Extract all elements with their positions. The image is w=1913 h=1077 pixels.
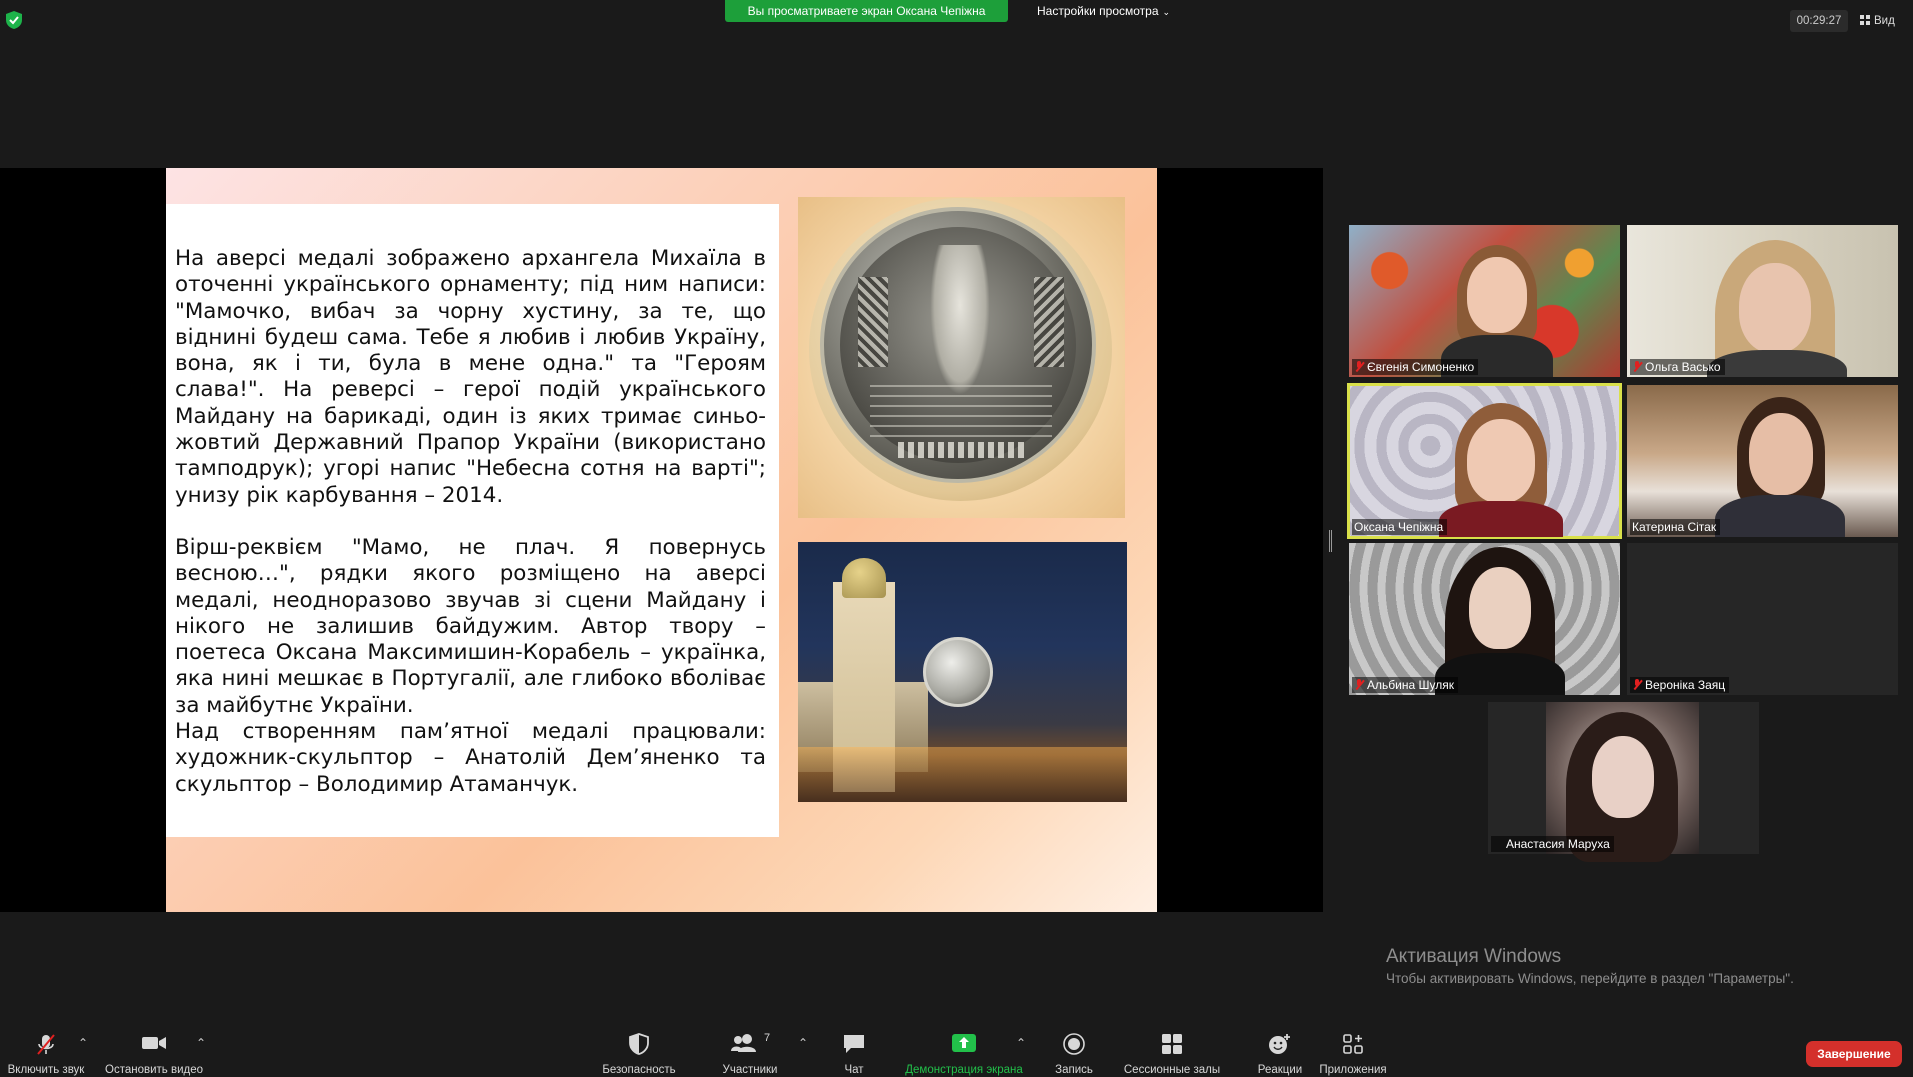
- participant-name: Оксана Чепіжна: [1352, 519, 1448, 535]
- mic-muted-icon: [37, 1034, 55, 1055]
- participants-count: 7: [764, 1032, 771, 1044]
- chat-bubble-icon: [844, 1035, 864, 1053]
- participant-name: Анастасия Маруха: [1491, 836, 1614, 852]
- reactions-button[interactable]: Реакции: [1252, 1030, 1308, 1077]
- monastery-night-photo: [798, 542, 1127, 802]
- medal-ornament-right: [1034, 277, 1064, 367]
- golden-dome: [842, 558, 886, 598]
- record-button[interactable]: Запись: [1050, 1030, 1098, 1077]
- participant-video: [1546, 702, 1699, 862]
- slide-paragraph-3: Над створенням пам’ятної медалі працювал…: [175, 719, 766, 797]
- medal-ornament-left: [858, 277, 888, 367]
- stop-video-button[interactable]: Остановить видео: [102, 1030, 206, 1077]
- medal-overlay: [923, 637, 993, 707]
- view-settings-dropdown[interactable]: Настройки просмотра ⌄: [1010, 0, 1180, 22]
- participant-name: Альбина Шуляк: [1352, 677, 1458, 693]
- mic-muted-icon: [1493, 837, 1503, 848]
- apps-button[interactable]: Приложения: [1316, 1030, 1390, 1077]
- smiley-plus-icon: [1269, 1034, 1290, 1054]
- participants-options-caret[interactable]: ⌃: [798, 1036, 808, 1050]
- activation-subtitle: Чтобы активировать Windows, перейдите в …: [1386, 971, 1794, 986]
- participants-icon: [731, 1034, 756, 1052]
- security-shield-icon: [6, 11, 22, 29]
- audio-options-caret[interactable]: ⌃: [78, 1036, 88, 1050]
- view-settings-label: Настройки просмотра: [1037, 4, 1159, 18]
- mic-muted-icon: [1632, 679, 1642, 690]
- slide-paragraph-2: Вірш-реквієм "Мамо, не плач. Я повернусь…: [175, 534, 766, 718]
- participant-tile[interactable]: Катерина Сітак: [1627, 385, 1898, 537]
- grid-view-icon: [1860, 15, 1870, 25]
- unmute-button[interactable]: Включить звук: [2, 1030, 90, 1077]
- slide-text: На аверсі медалі зображено архангела Мих…: [175, 246, 766, 798]
- meeting-timer: 00:29:27: [1790, 10, 1848, 32]
- windows-activation-watermark: Активация Windows Чтобы активировать Win…: [1386, 945, 1794, 988]
- participant-name: Ольга Васько: [1630, 359, 1725, 375]
- participant-name: Вероніка Заяц: [1630, 677, 1730, 693]
- share-options-caret[interactable]: ⌃: [1016, 1036, 1026, 1050]
- breakout-rooms-icon: [1162, 1034, 1182, 1054]
- participant-name: Євгенія Симоненко: [1352, 359, 1479, 375]
- participant-tile[interactable]: Вероніка Заяц: [1627, 543, 1898, 695]
- chevron-down-icon: ⌄: [1162, 7, 1171, 17]
- participant-tile[interactable]: Анастасия Маруха: [1488, 702, 1759, 862]
- mic-muted-icon: [1354, 361, 1364, 372]
- record-icon: [1063, 1033, 1085, 1055]
- participant-name: Катерина Сітак: [1630, 519, 1721, 535]
- slide-paragraph-1: На аверсі медалі зображено архангела Мих…: [175, 246, 766, 508]
- share-screen-button[interactable]: Демонстрация экрана: [900, 1030, 1028, 1077]
- video-camera-icon: [142, 1037, 166, 1049]
- medal-photo: [798, 197, 1125, 518]
- chat-button[interactable]: Чат: [834, 1030, 874, 1077]
- archangel-figure: [930, 245, 990, 395]
- breakout-rooms-button[interactable]: Сессионные залы: [1118, 1030, 1226, 1077]
- participant-tile[interactable]: Ольга Васько: [1627, 225, 1898, 377]
- medal-motto: [898, 442, 1028, 458]
- video-options-caret[interactable]: ⌃: [196, 1036, 206, 1050]
- participant-tile[interactable]: Євгенія Симоненко: [1349, 225, 1620, 377]
- street-lights: [798, 747, 1127, 802]
- medal-inscription: [870, 385, 1052, 437]
- panel-resize-handle[interactable]: [1329, 530, 1332, 552]
- participant-tile[interactable]: Оксана Чепіжна: [1347, 383, 1622, 539]
- participants-button[interactable]: 7 Участники: [712, 1030, 788, 1077]
- share-screen-icon: [952, 1034, 976, 1052]
- end-meeting-button[interactable]: Завершение: [1806, 1041, 1902, 1067]
- view-button[interactable]: Вид: [1860, 10, 1910, 32]
- apps-icon: [1343, 1034, 1363, 1054]
- activation-title: Активация Windows: [1386, 946, 1562, 967]
- participant-tile[interactable]: Альбина Шуляк: [1349, 543, 1620, 695]
- security-button[interactable]: Безопасность: [594, 1030, 684, 1077]
- mic-muted-icon: [1354, 679, 1364, 690]
- screen-share-banner: Вы просматриваете экран Оксана Чепіжна: [725, 0, 1008, 22]
- view-button-label: Вид: [1874, 15, 1895, 27]
- shield-icon: [629, 1033, 649, 1055]
- mic-muted-icon: [1632, 361, 1642, 372]
